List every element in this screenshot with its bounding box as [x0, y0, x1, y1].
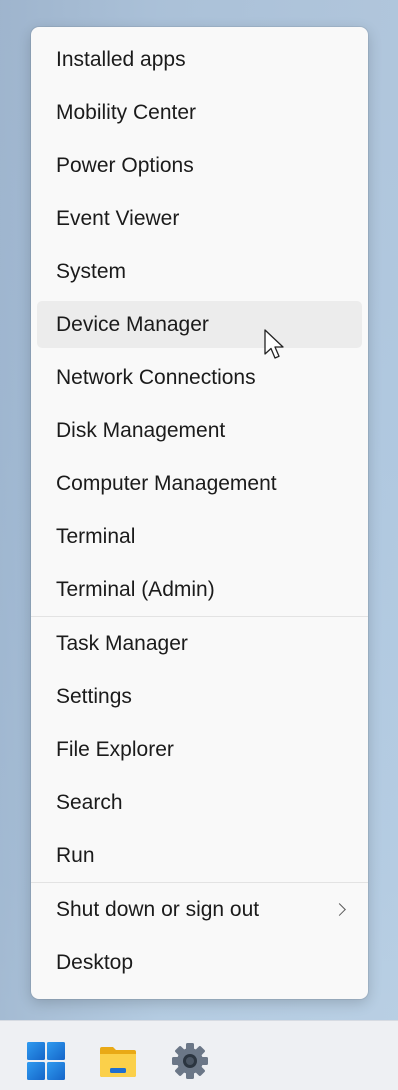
file-explorer-icon[interactable] — [98, 1041, 138, 1081]
menu-item-label: Disk Management — [56, 419, 226, 442]
menu-item-label: File Explorer — [56, 738, 174, 761]
menu-item-event-viewer[interactable]: Event Viewer — [37, 192, 362, 245]
menu-item-label: Power Options — [56, 154, 194, 177]
menu-item-run[interactable]: Run — [37, 829, 362, 882]
menu-group-session: Shut down or sign out Desktop — [31, 883, 368, 989]
menu-item-installed-apps[interactable]: Installed apps — [37, 33, 362, 86]
menu-item-label: Mobility Center — [56, 101, 197, 124]
menu-item-label: Shut down or sign out — [56, 898, 260, 921]
menu-item-label: Terminal (Admin) — [56, 578, 215, 601]
winx-context-menu: Installed apps Mobility Center Power Opt… — [31, 27, 368, 999]
menu-item-task-manager[interactable]: Task Manager — [37, 617, 362, 670]
menu-item-device-manager[interactable]: Device Manager — [37, 301, 362, 348]
settings-gear-icon[interactable] — [170, 1041, 210, 1081]
menu-group-apps: Task Manager Settings File Explorer Sear… — [31, 617, 368, 882]
menu-item-label: Task Manager — [56, 632, 188, 655]
menu-item-desktop[interactable]: Desktop — [37, 936, 362, 989]
menu-item-label: Device Manager — [56, 313, 209, 336]
menu-item-label: Run — [56, 844, 95, 867]
mouse-pointer-icon — [264, 329, 284, 359]
menu-item-network-connections[interactable]: Network Connections — [37, 351, 362, 404]
menu-item-terminal[interactable]: Terminal — [37, 510, 362, 563]
taskbar — [0, 1020, 398, 1090]
menu-item-shut-down-or-sign-out[interactable]: Shut down or sign out — [37, 883, 362, 936]
menu-item-terminal-admin[interactable]: Terminal (Admin) — [37, 563, 362, 616]
menu-item-computer-management[interactable]: Computer Management — [37, 457, 362, 510]
menu-item-file-explorer[interactable]: File Explorer — [37, 723, 362, 776]
menu-item-label: Settings — [56, 685, 132, 708]
menu-item-label: Desktop — [56, 951, 134, 974]
menu-item-search[interactable]: Search — [37, 776, 362, 829]
menu-item-mobility-center[interactable]: Mobility Center — [37, 86, 362, 139]
menu-item-label: Network Connections — [56, 366, 256, 389]
menu-item-label: Search — [56, 791, 123, 814]
menu-group-system-tools: Installed apps Mobility Center Power Opt… — [31, 33, 368, 616]
windows-start-icon[interactable] — [26, 1041, 66, 1081]
menu-item-label: Terminal — [56, 525, 136, 548]
menu-item-power-options[interactable]: Power Options — [37, 139, 362, 192]
menu-item-system[interactable]: System — [37, 245, 362, 298]
chevron-right-icon — [333, 902, 346, 916]
menu-item-label: Installed apps — [56, 48, 186, 71]
menu-item-settings[interactable]: Settings — [37, 670, 362, 723]
menu-item-label: System — [56, 260, 127, 283]
menu-item-label: Computer Management — [56, 472, 277, 495]
menu-item-disk-management[interactable]: Disk Management — [37, 404, 362, 457]
menu-item-label: Event Viewer — [56, 207, 180, 230]
